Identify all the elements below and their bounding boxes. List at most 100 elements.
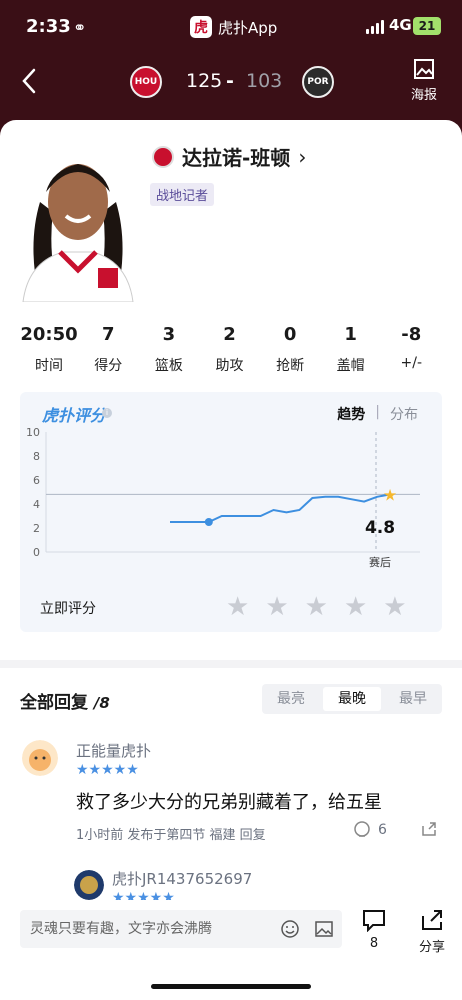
y-tick-label: 8 — [33, 450, 40, 463]
rate-stars: ★ ★ ★ ★ ★ — [226, 592, 407, 622]
stat-label: +/- — [400, 355, 423, 371]
y-tick-label: 6 — [33, 474, 40, 487]
bottom-bar: 8 分享 — [0, 900, 462, 1000]
image-icon[interactable] — [314, 919, 334, 939]
like-button[interactable]: 6 — [352, 820, 387, 840]
stat-value: 3 — [162, 324, 176, 345]
stat-label: 篮板 — [154, 358, 183, 374]
stat-value: 7 — [102, 324, 115, 345]
stat-value: 0 — [283, 324, 297, 345]
stat-label: 抢断 — [276, 358, 305, 374]
info-icon[interactable]: i — [102, 408, 112, 418]
star-icon[interactable]: ★ — [344, 592, 367, 622]
rate-now-label: 立即评分 — [40, 601, 96, 617]
poster-label: 海报 — [410, 88, 437, 103]
share-button[interactable]: 分享 — [410, 908, 454, 955]
tab-separator: | — [375, 404, 380, 420]
final-label: 赛后 — [369, 555, 391, 568]
comment-bubble-icon — [363, 910, 385, 933]
stat-value: -8 — [401, 324, 422, 345]
replies-count: /8 — [93, 694, 110, 712]
share-reply-icon[interactable] — [420, 820, 438, 838]
rating-trend-line — [170, 493, 391, 523]
stat-value: 20:50 — [20, 324, 78, 345]
app-badge-label: 虎扑App — [218, 18, 278, 37]
replies-title: 全部回复 /8 — [20, 688, 110, 713]
hupu-rating-logo: 虎扑评分 — [42, 406, 107, 425]
like-count: 6 — [378, 822, 387, 838]
reply-meta: 1小时前 发布于第四节 福建 回复 — [76, 828, 266, 843]
sort-latest[interactable]: 最晚 — [323, 687, 381, 711]
stat-label: 时间 — [35, 358, 63, 374]
reply-username[interactable]: 正能量虎扑 — [76, 740, 151, 761]
headphones-icon: ⚭ — [73, 18, 87, 37]
tab-distribution[interactable]: 分布 — [390, 404, 418, 424]
away-score: 103 — [246, 70, 283, 92]
hupu-logo-icon: 虎 — [190, 16, 212, 38]
status-time: 2:33 — [26, 16, 71, 37]
replies-title-text: 全部回复 — [20, 693, 88, 713]
comment-input[interactable] — [20, 910, 270, 948]
status-bar: 2:33 ⚭ 虎 虎扑App 4G 21 — [0, 14, 462, 42]
tab-trend[interactable]: 趋势 — [337, 404, 365, 424]
lightbulb-icon — [354, 821, 370, 837]
rating-panel: 虎扑评分 i 趋势 | 分布 10 8 6 4 2 0 ★ 4.8 赛后 立即评分 ★ ★ ★ ★ ★ — [20, 392, 442, 632]
comments-count: 8 — [369, 936, 379, 951]
stat-item: 1 盖帽 — [320, 324, 381, 375]
star-icon[interactable]: ★ — [305, 592, 328, 622]
player-card: 达拉诺-班顿 › 战地记者 20:50 时间 7 得分 3 篮板 2 助攻 0 抢断 1 盖帽 -8 +/… — [0, 120, 462, 660]
home-score: 125 — [186, 70, 223, 92]
avatar[interactable] — [74, 870, 104, 900]
share-label: 分享 — [418, 940, 445, 955]
home-team-logo[interactable]: HOU — [130, 66, 162, 98]
team-mini-logo — [152, 145, 174, 168]
star-icon[interactable]: ★ — [265, 592, 288, 622]
player-name: 达拉诺-班顿 — [182, 146, 291, 170]
comments-button[interactable]: 8 — [352, 908, 396, 951]
signal-icon — [366, 20, 384, 34]
battery-icon: 21 — [413, 17, 441, 35]
network-type: 4G — [389, 16, 412, 34]
trend-point — [204, 518, 213, 526]
poster-button[interactable]: 海报 — [404, 58, 444, 103]
y-tick-label: 4 — [33, 498, 40, 511]
share-icon — [422, 910, 442, 930]
back-chevron-icon[interactable] — [18, 66, 42, 96]
comment-input-box[interactable] — [20, 910, 342, 948]
stat-value: 1 — [344, 324, 357, 345]
poster-icon — [414, 59, 434, 79]
stat-label: 盖帽 — [336, 358, 365, 374]
star-icon[interactable]: ★ — [226, 592, 249, 622]
reply-text: 救了多少大分的兄弟别藏着了，给五星 — [76, 792, 382, 813]
return-to-app-badge[interactable]: 虎 虎扑App — [190, 14, 277, 40]
rating-tabs: 趋势 | 分布 — [337, 404, 418, 424]
player-photo — [18, 142, 138, 302]
stat-item: 0 抢断 — [260, 324, 321, 375]
reply-username[interactable]: 虎扑JR1437652697 — [112, 868, 252, 889]
away-team-logo[interactable]: POR — [302, 66, 334, 98]
stat-item: -8 +/- — [381, 324, 442, 375]
chevron-right-icon: › — [298, 144, 307, 169]
home-indicator[interactable] — [151, 984, 311, 989]
y-tick-label: 10 — [26, 428, 40, 439]
player-name-link[interactable]: 达拉诺-班顿 › — [152, 142, 306, 171]
final-score: 4.8 — [365, 518, 395, 538]
reporter-tag: 战地记者 — [150, 183, 215, 206]
score-separator: - — [226, 70, 234, 92]
game-header: 2:33 ⚭ 虎 虎扑App 4G 21 HOU 125 - 103 POR 海… — [0, 0, 462, 140]
avatar[interactable] — [22, 740, 58, 776]
rating-trend-chart: 10 8 6 4 2 0 ★ 4.8 赛后 — [26, 428, 420, 568]
home-team-abbr: HOU — [134, 77, 158, 87]
emoji-icon[interactable] — [280, 919, 300, 939]
stat-label: 得分 — [94, 358, 123, 374]
y-tick-label: 0 — [33, 546, 40, 559]
stat-item: 3 篮板 — [139, 324, 200, 375]
reply-sort-tabs: 最亮 最晚 最早 — [262, 684, 442, 714]
sort-brightest[interactable]: 最亮 — [262, 684, 320, 714]
stat-value: 2 — [223, 324, 236, 345]
away-team-abbr: POR — [307, 77, 329, 87]
stat-item: 2 助攻 — [199, 324, 260, 375]
star-icon[interactable]: ★ — [383, 592, 406, 622]
sort-earliest[interactable]: 最早 — [384, 684, 442, 714]
stat-item: 20:50 时间 — [20, 324, 78, 375]
